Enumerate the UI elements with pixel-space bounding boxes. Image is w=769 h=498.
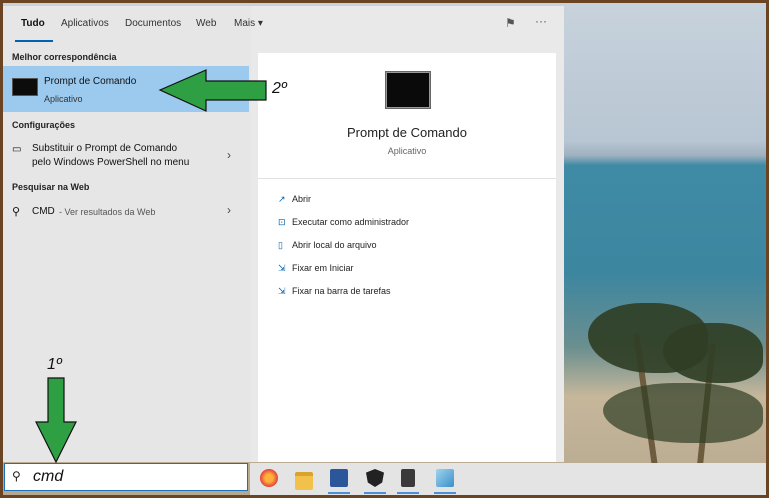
arrow-step2 [158,69,267,112]
annotation-layer [35,69,267,464]
arrow-step1 [35,377,77,464]
annotation-step1: 1º [47,356,62,373]
annotation-step2: 2º [272,80,287,97]
